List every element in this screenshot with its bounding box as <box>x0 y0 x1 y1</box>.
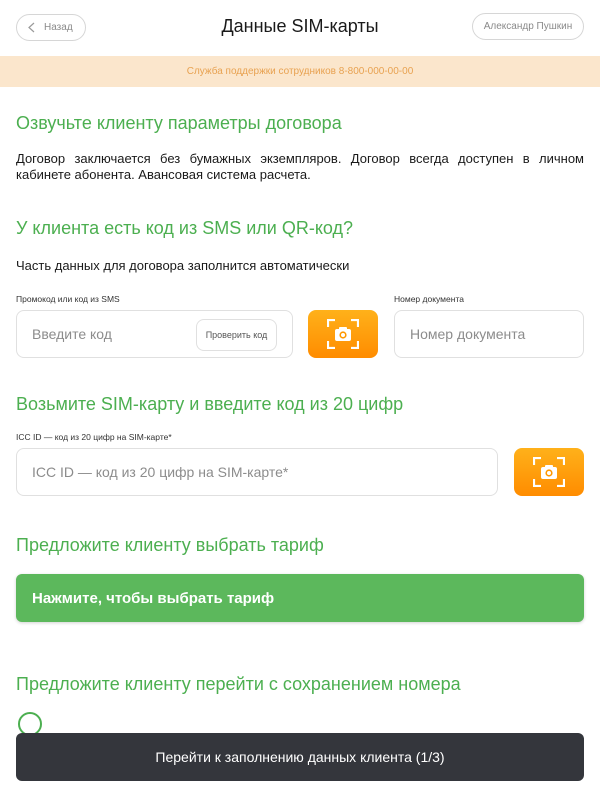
next-step-button[interactable]: Перейти к заполнению данных клиента (1/3… <box>16 733 584 781</box>
doc-label: Номер документа <box>394 294 464 304</box>
promo-placeholder: Введите код <box>32 326 112 342</box>
iccid-label: ICC ID — код из 20 цифр на SIM-карте* <box>16 432 172 442</box>
user-button[interactable]: Александр Пушкин <box>472 13 584 40</box>
tariff-heading: Предложите клиенту выбрать тариф <box>16 535 324 555</box>
promo-input[interactable]: Введите код Проверить код <box>16 310 293 358</box>
scan-qr-button[interactable] <box>308 310 378 358</box>
code-text: Часть данных для договора заполнится авт… <box>16 258 350 273</box>
sim-heading: Возьмите SIM-карту и введите код из 20 ц… <box>16 394 404 414</box>
iccid-placeholder: ICC ID — код из 20 цифр на SIM-карте* <box>32 464 289 480</box>
header: Назад Данные SIM-карты Александр Пушкин <box>0 0 600 56</box>
support-banner: Служба поддержки сотрудников 8-800-000-0… <box>0 56 600 87</box>
contract-heading: Озвучьте клиенту параметры договора <box>16 113 342 133</box>
promo-label: Промокод или код из SMS <box>16 294 120 304</box>
iccid-input[interactable]: ICC ID — код из 20 цифр на SIM-карте* <box>16 448 498 496</box>
code-heading: У клиента есть код из SMS или QR-код? <box>16 218 354 238</box>
camera-scan-icon <box>533 457 565 487</box>
scan-sim-button[interactable] <box>514 448 584 496</box>
contract-text: Договор заключается без бумажных экземпл… <box>16 151 584 182</box>
sim-data-page: Назад Данные SIM-карты Александр Пушкин … <box>0 0 600 800</box>
doc-number-input[interactable]: Номер документа <box>394 310 584 358</box>
doc-placeholder: Номер документа <box>410 326 526 342</box>
camera-scan-icon <box>327 319 359 349</box>
number-portability-heading: Предложите клиенту перейти с сохранением… <box>16 674 461 694</box>
choose-tariff-button[interactable]: Нажмите, чтобы выбрать тариф <box>16 574 584 622</box>
check-code-button[interactable]: Проверить код <box>196 319 277 351</box>
